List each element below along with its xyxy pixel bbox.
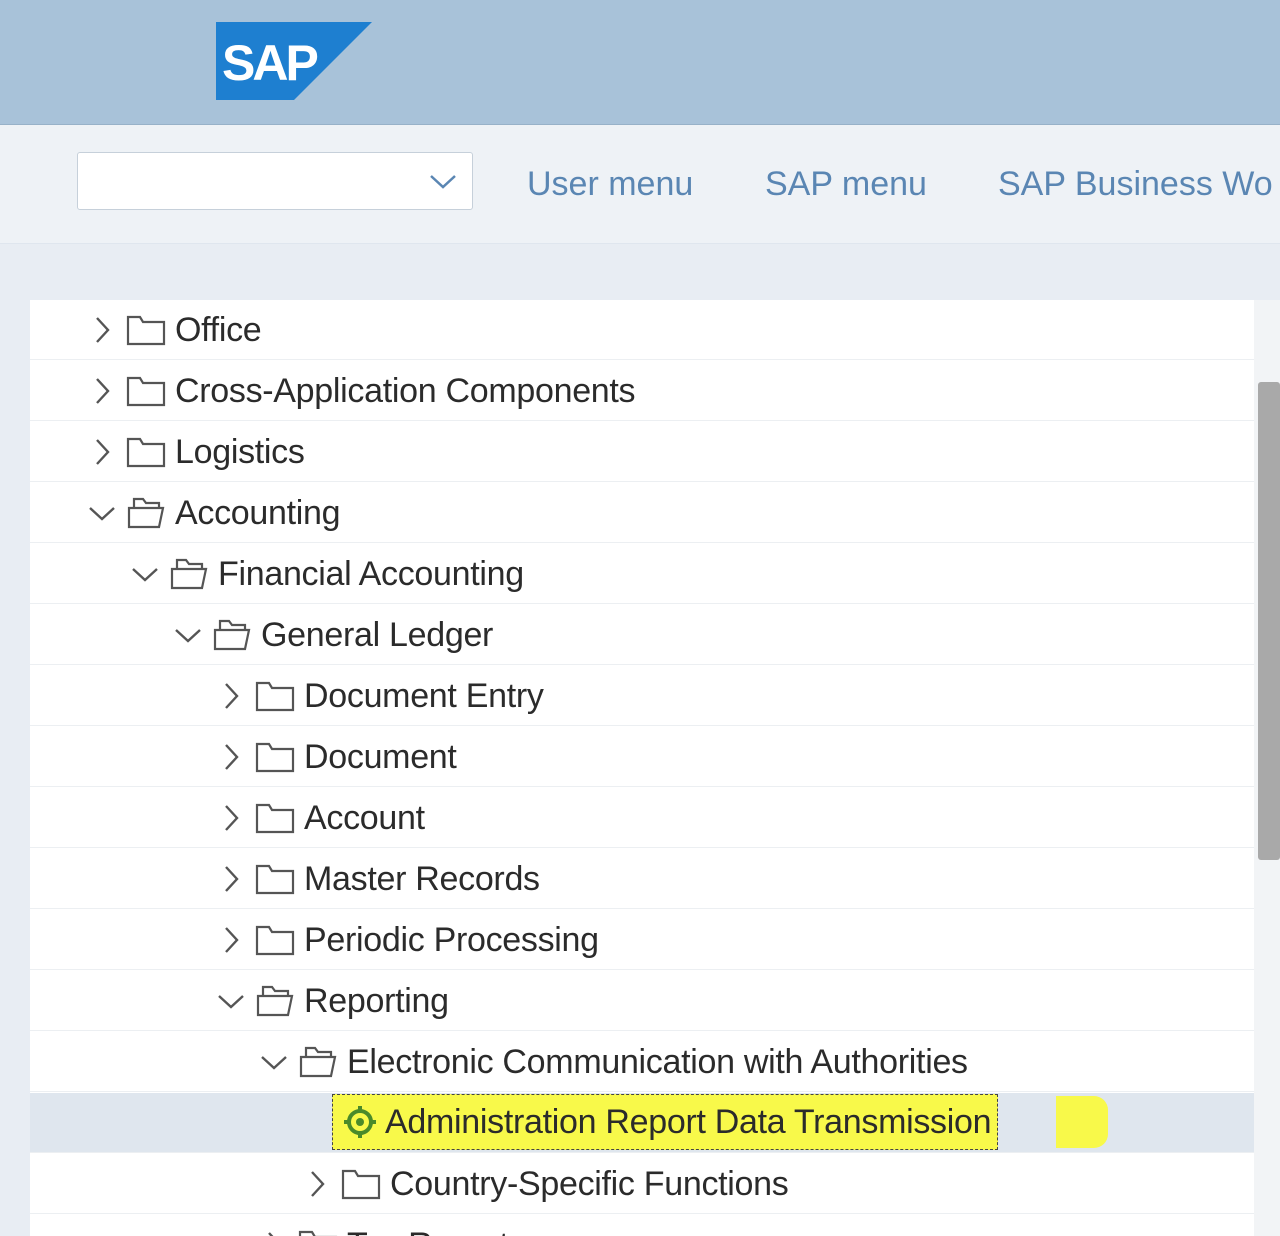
tree-item-label: General Ledger <box>261 615 494 654</box>
menu-select-dropdown[interactable] <box>77 152 473 210</box>
folder-icon <box>126 376 166 407</box>
sap-menu-link[interactable]: SAP menu <box>765 165 927 204</box>
chevron-right-icon[interactable] <box>257 1228 291 1236</box>
chevron-down-icon[interactable] <box>214 984 248 1018</box>
sap-logo[interactable]: SAP <box>216 22 372 100</box>
chevron-right-icon[interactable] <box>300 1167 334 1201</box>
tree-item-label: Country-Specific Functions <box>390 1164 789 1203</box>
tree-row-selected[interactable]: Administration Report Data Transmission <box>30 1093 1254 1153</box>
tree-row[interactable]: Electronic Communication with Authoritie… <box>30 1032 1254 1092</box>
folder-open-icon <box>127 497 165 529</box>
chevron-right-icon[interactable] <box>85 313 119 347</box>
folder-icon <box>298 1230 338 1236</box>
folder-icon <box>255 681 295 712</box>
folder-icon <box>255 864 295 895</box>
tree-row[interactable]: Office <box>30 300 1254 360</box>
chevron-down-icon[interactable] <box>171 618 205 652</box>
menu-toolbar: User menu SAP menu SAP Business Wo <box>0 125 1280 244</box>
tree-item-label: Reporting <box>304 981 449 1020</box>
folder-icon <box>126 437 166 468</box>
tree-row[interactable]: Accounting <box>30 483 1254 543</box>
tree-row[interactable]: Document <box>30 727 1254 787</box>
chevron-right-icon[interactable] <box>214 740 248 774</box>
scrollbar-thumb[interactable] <box>1258 382 1280 860</box>
tree-row[interactable]: Country-Specific Functions <box>30 1154 1254 1214</box>
chevron-right-icon[interactable] <box>214 801 248 835</box>
tree-row[interactable]: Reporting <box>30 971 1254 1031</box>
tree-row[interactable]: Account <box>30 788 1254 848</box>
tree-item-label: Logistics <box>175 432 305 471</box>
tree-item-label: Office <box>175 310 262 349</box>
tree-row[interactable]: Tax Reports <box>30 1215 1254 1236</box>
sap-business-workplace-link[interactable]: SAP Business Wo <box>998 165 1273 204</box>
tree-item-label: Electronic Communication with Authoritie… <box>347 1042 968 1081</box>
tree-row[interactable]: Master Records <box>30 849 1254 909</box>
tree-item-label: Financial Accounting <box>218 554 524 593</box>
tree-item-label: Administration Report Data Transmission <box>385 1102 992 1141</box>
tree-item-label: Periodic Processing <box>304 920 599 959</box>
highlight-marker <box>1056 1096 1108 1148</box>
tree-item-label: Document <box>304 737 457 776</box>
tree-item-label: Account <box>304 798 425 837</box>
folder-icon <box>126 315 166 346</box>
folder-icon <box>341 1169 381 1200</box>
folder-open-icon <box>213 619 251 651</box>
transaction-item[interactable]: Administration Report Data Transmission <box>332 1094 999 1150</box>
tree-row[interactable]: General Ledger <box>30 605 1254 665</box>
tree-item-label: Master Records <box>304 859 540 898</box>
folder-icon <box>255 803 295 834</box>
folder-open-icon <box>256 985 294 1017</box>
folder-icon <box>255 742 295 773</box>
tree-row[interactable]: Financial Accounting <box>30 544 1254 604</box>
sap-logo-text: SAP <box>222 35 317 91</box>
folder-open-icon <box>170 558 208 590</box>
chevron-right-icon[interactable] <box>214 862 248 896</box>
folder-icon <box>255 925 295 956</box>
tree-item-label: Accounting <box>175 493 341 532</box>
tree-row[interactable]: Document Entry <box>30 666 1254 726</box>
folder-open-icon <box>299 1046 337 1078</box>
tree-item-label: Tax Reports <box>347 1226 525 1236</box>
chevron-right-icon[interactable] <box>214 679 248 713</box>
tree-row[interactable]: Cross-Application Components <box>30 361 1254 421</box>
tree-row[interactable]: Logistics <box>30 422 1254 482</box>
chevron-down-icon[interactable] <box>85 496 119 530</box>
tree-item-label: Cross-Application Components <box>175 371 636 410</box>
tree-item-label: Document Entry <box>304 676 544 715</box>
chevron-right-icon[interactable] <box>214 923 248 957</box>
chevron-down-icon <box>430 175 456 189</box>
chevron-down-icon[interactable] <box>257 1045 291 1079</box>
transaction-icon <box>344 1106 376 1138</box>
chevron-right-icon[interactable] <box>85 435 119 469</box>
tree-row[interactable]: Periodic Processing <box>30 910 1254 970</box>
menu-tree: Office Cross-Application Components Logi… <box>30 300 1254 1236</box>
user-menu-link[interactable]: User menu <box>527 165 693 204</box>
shell-header: SAP <box>0 0 1280 125</box>
chevron-right-icon[interactable] <box>85 374 119 408</box>
chevron-down-icon[interactable] <box>128 557 162 591</box>
